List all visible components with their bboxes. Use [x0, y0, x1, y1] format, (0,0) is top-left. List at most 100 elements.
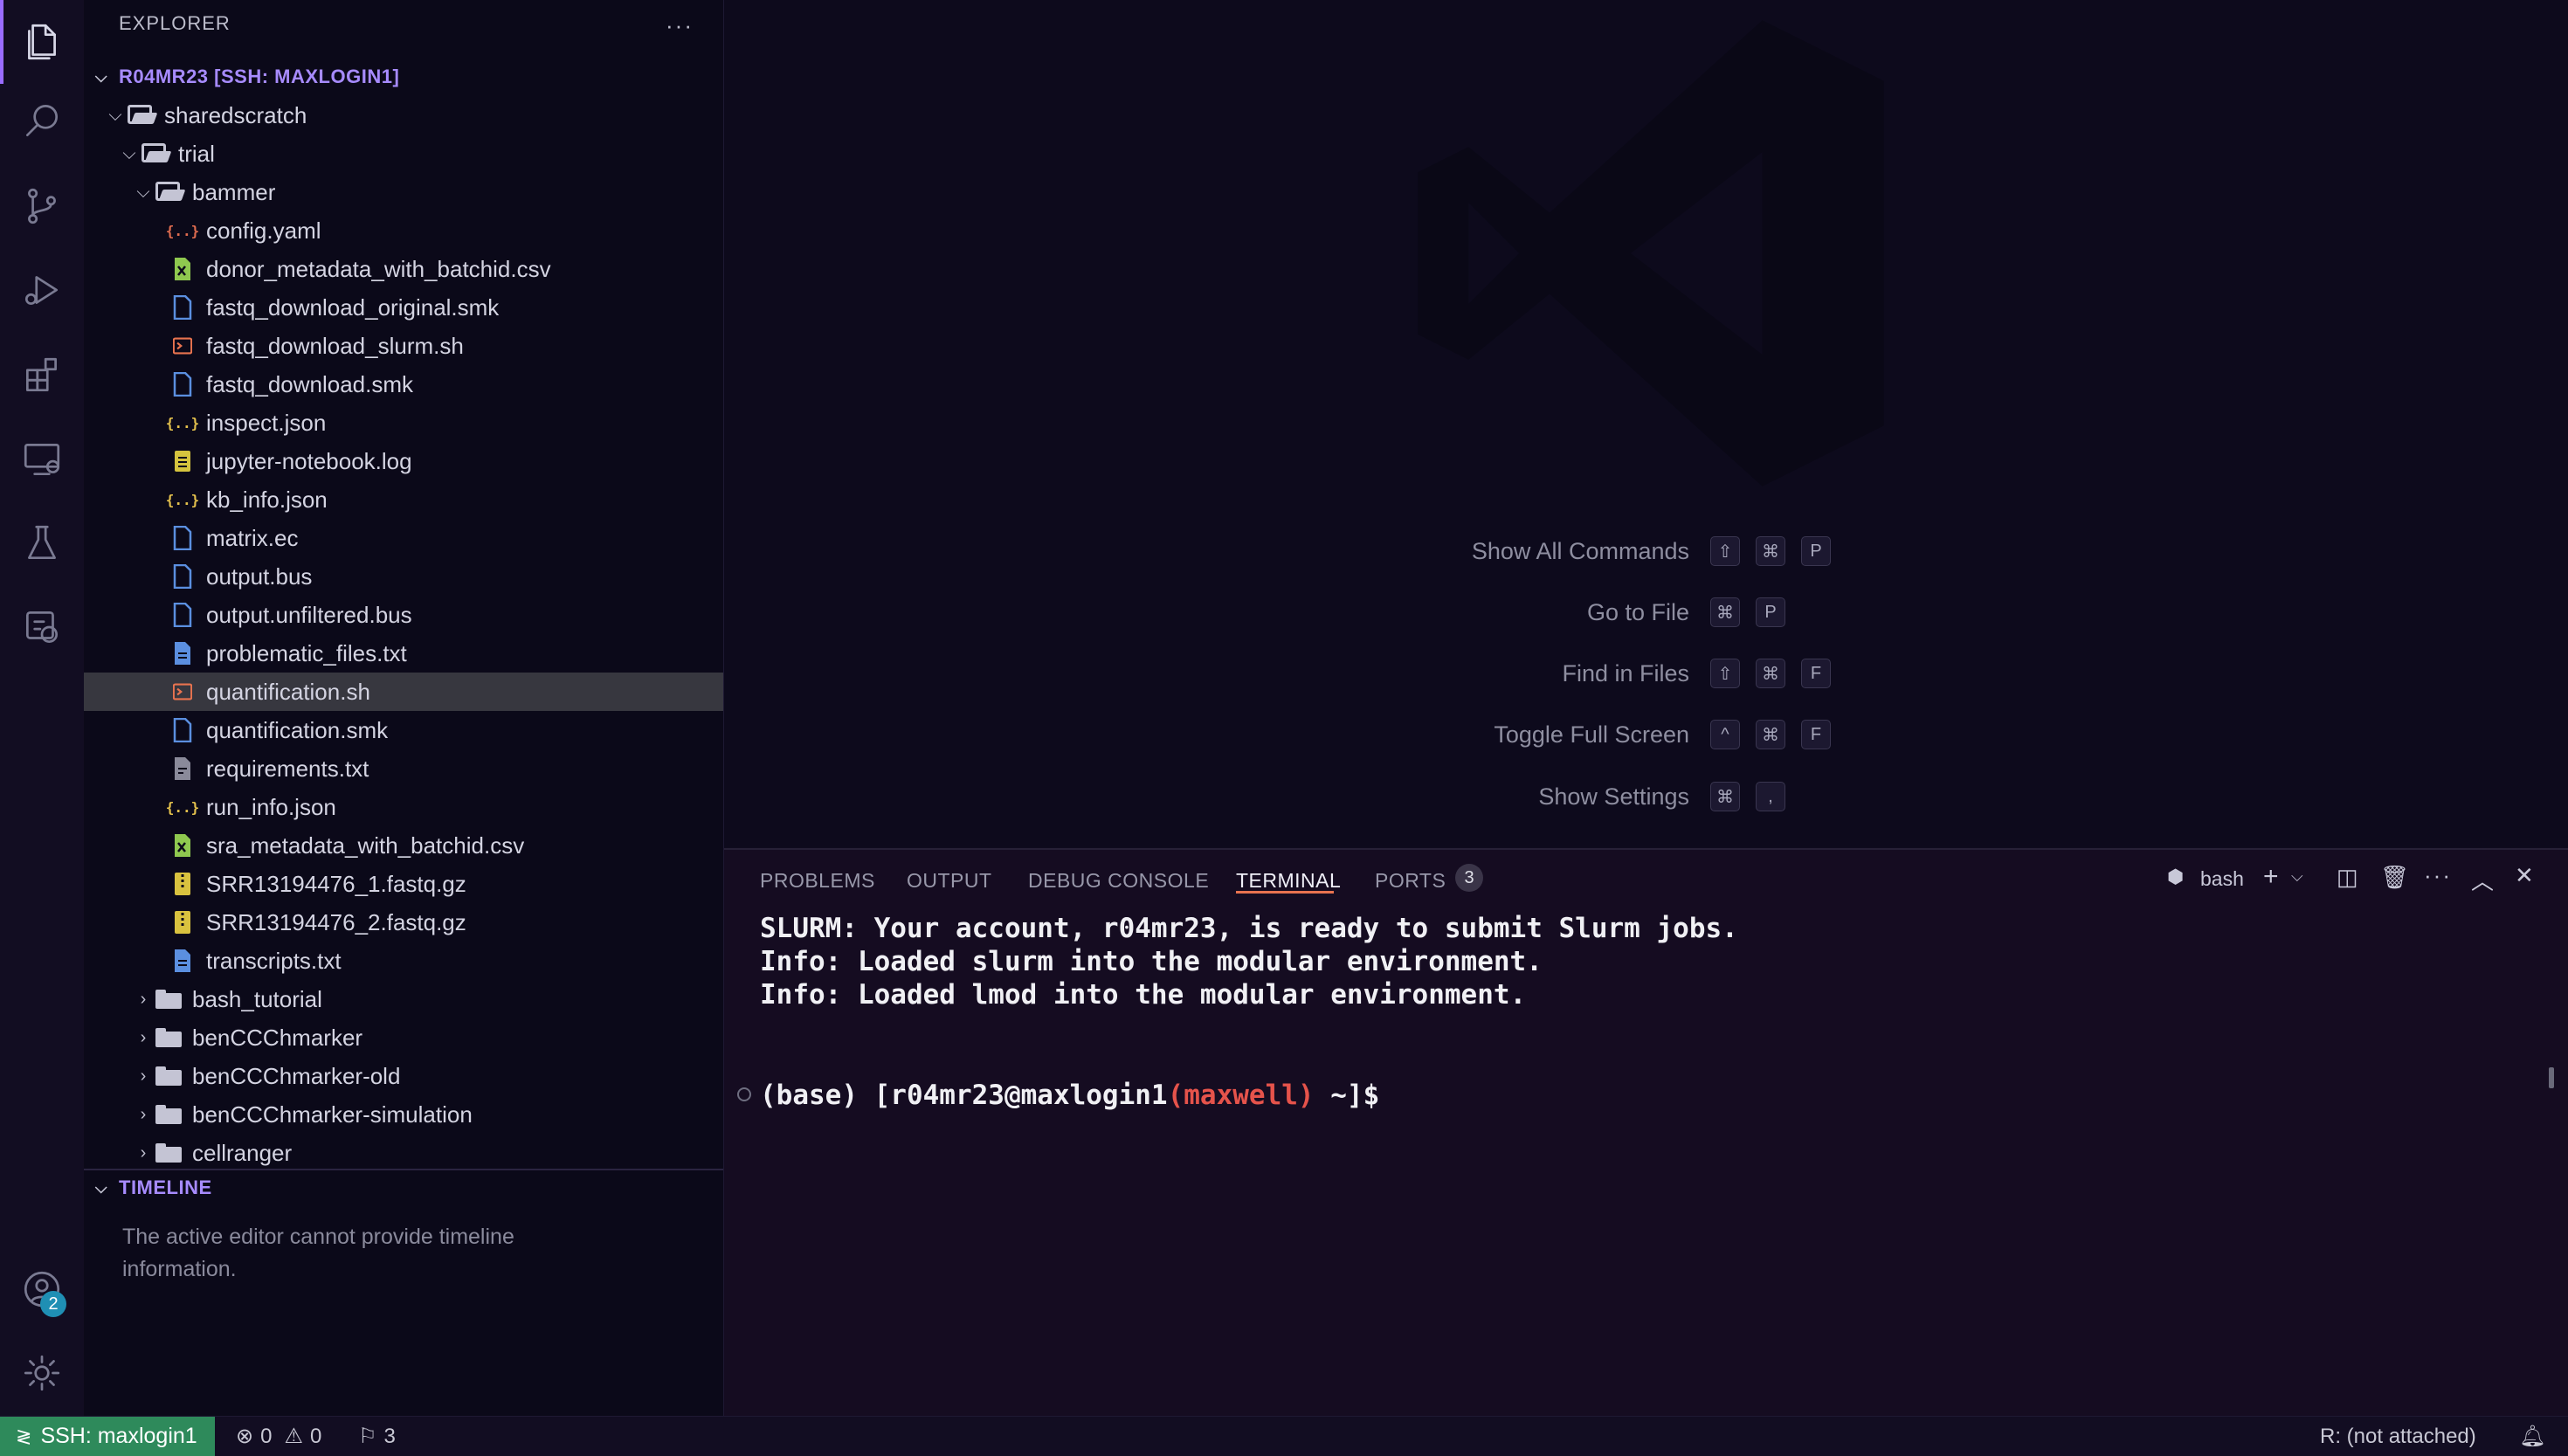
flask-icon[interactable]	[0, 501, 84, 585]
terminal-scrollbar[interactable]	[2549, 1067, 2554, 1088]
folder-item[interactable]: ⌵ sharedscratch	[84, 96, 723, 135]
folder-open-icon	[128, 102, 154, 128]
chevron-right-icon: ›	[140, 1104, 147, 1124]
folder-icon	[155, 1063, 182, 1089]
tree-item-label: jupyter-notebook.log	[206, 447, 412, 474]
gear-icon[interactable]	[0, 1331, 84, 1415]
file-item[interactable]: requirements.txt	[84, 749, 723, 788]
terminal-line: Info: Loaded slurm into the modular envi…	[760, 946, 1543, 977]
yaml-file-icon: {..}	[165, 222, 200, 239]
close-icon[interactable]: ✕	[2515, 862, 2534, 889]
folder-item[interactable]: › cellranger	[84, 1134, 723, 1172]
extensions-icon[interactable]	[0, 334, 84, 417]
file-item[interactable]: transcripts.txt	[84, 942, 723, 980]
shortcut-label[interactable]: Find in Files	[1562, 660, 1689, 687]
maximize-panel-icon[interactable]: ︿	[2471, 864, 2494, 896]
file-item[interactable]: {..} config.yaml	[84, 211, 723, 250]
error-icon: ⊗	[236, 1425, 254, 1448]
tree-item-label: benCCChmarker	[192, 1024, 363, 1051]
file-item[interactable]: quantification.smk	[84, 711, 723, 749]
ports-indicator[interactable]: ⚐ 3	[358, 1417, 396, 1456]
folder-icon	[155, 986, 182, 1012]
source-control-icon[interactable]	[0, 164, 84, 248]
warning-icon: ⚠	[284, 1425, 303, 1448]
run-debug-icon[interactable]	[0, 248, 84, 332]
accounts-icon[interactable]: 2	[0, 1247, 84, 1331]
file-item[interactable]: jupyter-notebook.log	[84, 442, 723, 480]
prompt-host: (maxwell)	[1167, 1080, 1315, 1111]
files-icon[interactable]	[0, 0, 84, 84]
tab-ports[interactable]: PORTS	[1375, 869, 1446, 893]
prompt-prefix: (base) [r04mr23@maxlogin1	[760, 1080, 1168, 1111]
folder-item[interactable]: ⌵ bammer	[84, 173, 723, 211]
terminal-prompt[interactable]: (base) [r04mr23@maxlogin1(maxwell) ~]$	[760, 1080, 1379, 1111]
active-tab-indicator	[1236, 891, 1334, 894]
shortcut-label[interactable]: Toggle Full Screen	[1494, 721, 1689, 749]
terminal-line: SLURM: Your account, r04mr23, is ready t…	[760, 913, 1738, 944]
chevron-right-icon: ›	[140, 989, 147, 1009]
folder-item[interactable]: › benCCChmarker-old	[84, 1057, 723, 1095]
search-icon[interactable]	[0, 79, 84, 162]
file-item[interactable]: sra_metadata_with_batchid.csv	[84, 826, 723, 865]
tab-output[interactable]: OUTPUT	[907, 869, 992, 893]
file-item[interactable]: {..} inspect.json	[84, 404, 723, 442]
csv-file-icon	[169, 832, 196, 859]
split-terminal-icon[interactable]: ◫	[2337, 864, 2358, 891]
chevron-right-icon: ›	[140, 1027, 147, 1047]
keycap: F	[1801, 659, 1831, 688]
remote-indicator[interactable]: ≷ SSH: maxlogin1	[0, 1417, 215, 1456]
keycap: P	[1801, 536, 1831, 566]
remote-explorer-icon[interactable]	[0, 417, 84, 501]
file-item[interactable]: donor_metadata_with_batchid.csv	[84, 250, 723, 288]
trash-icon[interactable]: 🗑	[2380, 864, 2409, 891]
shell-label[interactable]: bash	[2200, 867, 2244, 891]
file-item[interactable]: matrix.ec	[84, 519, 723, 557]
tab-debug-console[interactable]: DEBUG CONSOLE	[1028, 869, 1209, 893]
file-item[interactable]: fastq_download.smk	[84, 365, 723, 404]
tree-item-label: quantification.sh	[206, 678, 370, 705]
chevron-down-icon: ⌵	[94, 1178, 108, 1197]
more-actions-icon[interactable]: ···	[2424, 862, 2452, 889]
file-icon	[169, 563, 196, 590]
folder-item[interactable]: › bash_tutorial	[84, 980, 723, 1018]
file-item[interactable]: fastq_download_original.smk	[84, 288, 723, 327]
timeline-section-header[interactable]: ⌵ TIMELINE	[84, 1169, 723, 1205]
bell-icon[interactable]: 🔔︎	[2519, 1417, 2545, 1456]
file-item[interactable]: {..} kb_info.json	[84, 480, 723, 519]
tab-problems[interactable]: PROBLEMS	[760, 869, 875, 893]
json-file-icon: {..}	[165, 798, 200, 816]
tree-item-label: sharedscratch	[164, 101, 307, 128]
broadcast-icon: ⚐	[358, 1425, 377, 1448]
tab-terminal[interactable]: TERMINAL	[1236, 869, 1341, 893]
keycap: ⇧	[1710, 536, 1740, 566]
file-item[interactable]: fastq_download_slurm.sh	[84, 327, 723, 365]
new-terminal-icon[interactable]: +	[2263, 862, 2279, 892]
problems-indicator[interactable]: ⊗ 0 ⚠ 0	[236, 1417, 321, 1456]
file-item[interactable]: {..} run_info.json	[84, 788, 723, 826]
chevron-down-icon[interactable]: ⌵	[2291, 867, 2303, 886]
remote-icon: ≷	[16, 1425, 32, 1447]
more-actions-icon[interactable]: ···	[666, 12, 694, 39]
shortcut-label[interactable]: Show All Commands	[1472, 538, 1689, 565]
file-item[interactable]: output.unfiltered.bus	[84, 596, 723, 634]
folder-item[interactable]: › benCCChmarker	[84, 1018, 723, 1057]
file-item[interactable]: quantification.sh	[84, 673, 723, 711]
folder-item[interactable]: › benCCChmarker-simulation	[84, 1095, 723, 1134]
file-item[interactable]: SRR13194476_2.fastq.gz	[84, 903, 723, 942]
r-status[interactable]: R: (not attached)	[2320, 1417, 2476, 1456]
file-item[interactable]: output.bus	[84, 557, 723, 596]
folder-item[interactable]: ⌵ trial	[84, 135, 723, 173]
tree-item-label: output.bus	[206, 562, 313, 590]
json-file-icon: {..}	[165, 491, 200, 508]
shortcut-label[interactable]: Go to File	[1587, 599, 1689, 626]
shortcut-label[interactable]: Show Settings	[1538, 783, 1689, 811]
keycap: ⌘	[1710, 782, 1740, 811]
tree-item-label: benCCChmarker-simulation	[192, 1101, 473, 1128]
keycap: P	[1756, 597, 1785, 627]
remote-tunnel-icon[interactable]	[0, 585, 84, 669]
file-icon	[169, 371, 196, 397]
editor-area: Show All Commands ⇧ ⌘ P Go to File ⌘ P Find in …	[724, 0, 2568, 847]
workspace-section-header[interactable]: ⌵ R04MR23 [SSH: MAXLOGIN1]	[84, 59, 723, 94]
file-item[interactable]: SRR13194476_1.fastq.gz	[84, 865, 723, 903]
file-item[interactable]: problematic_files.txt	[84, 634, 723, 673]
